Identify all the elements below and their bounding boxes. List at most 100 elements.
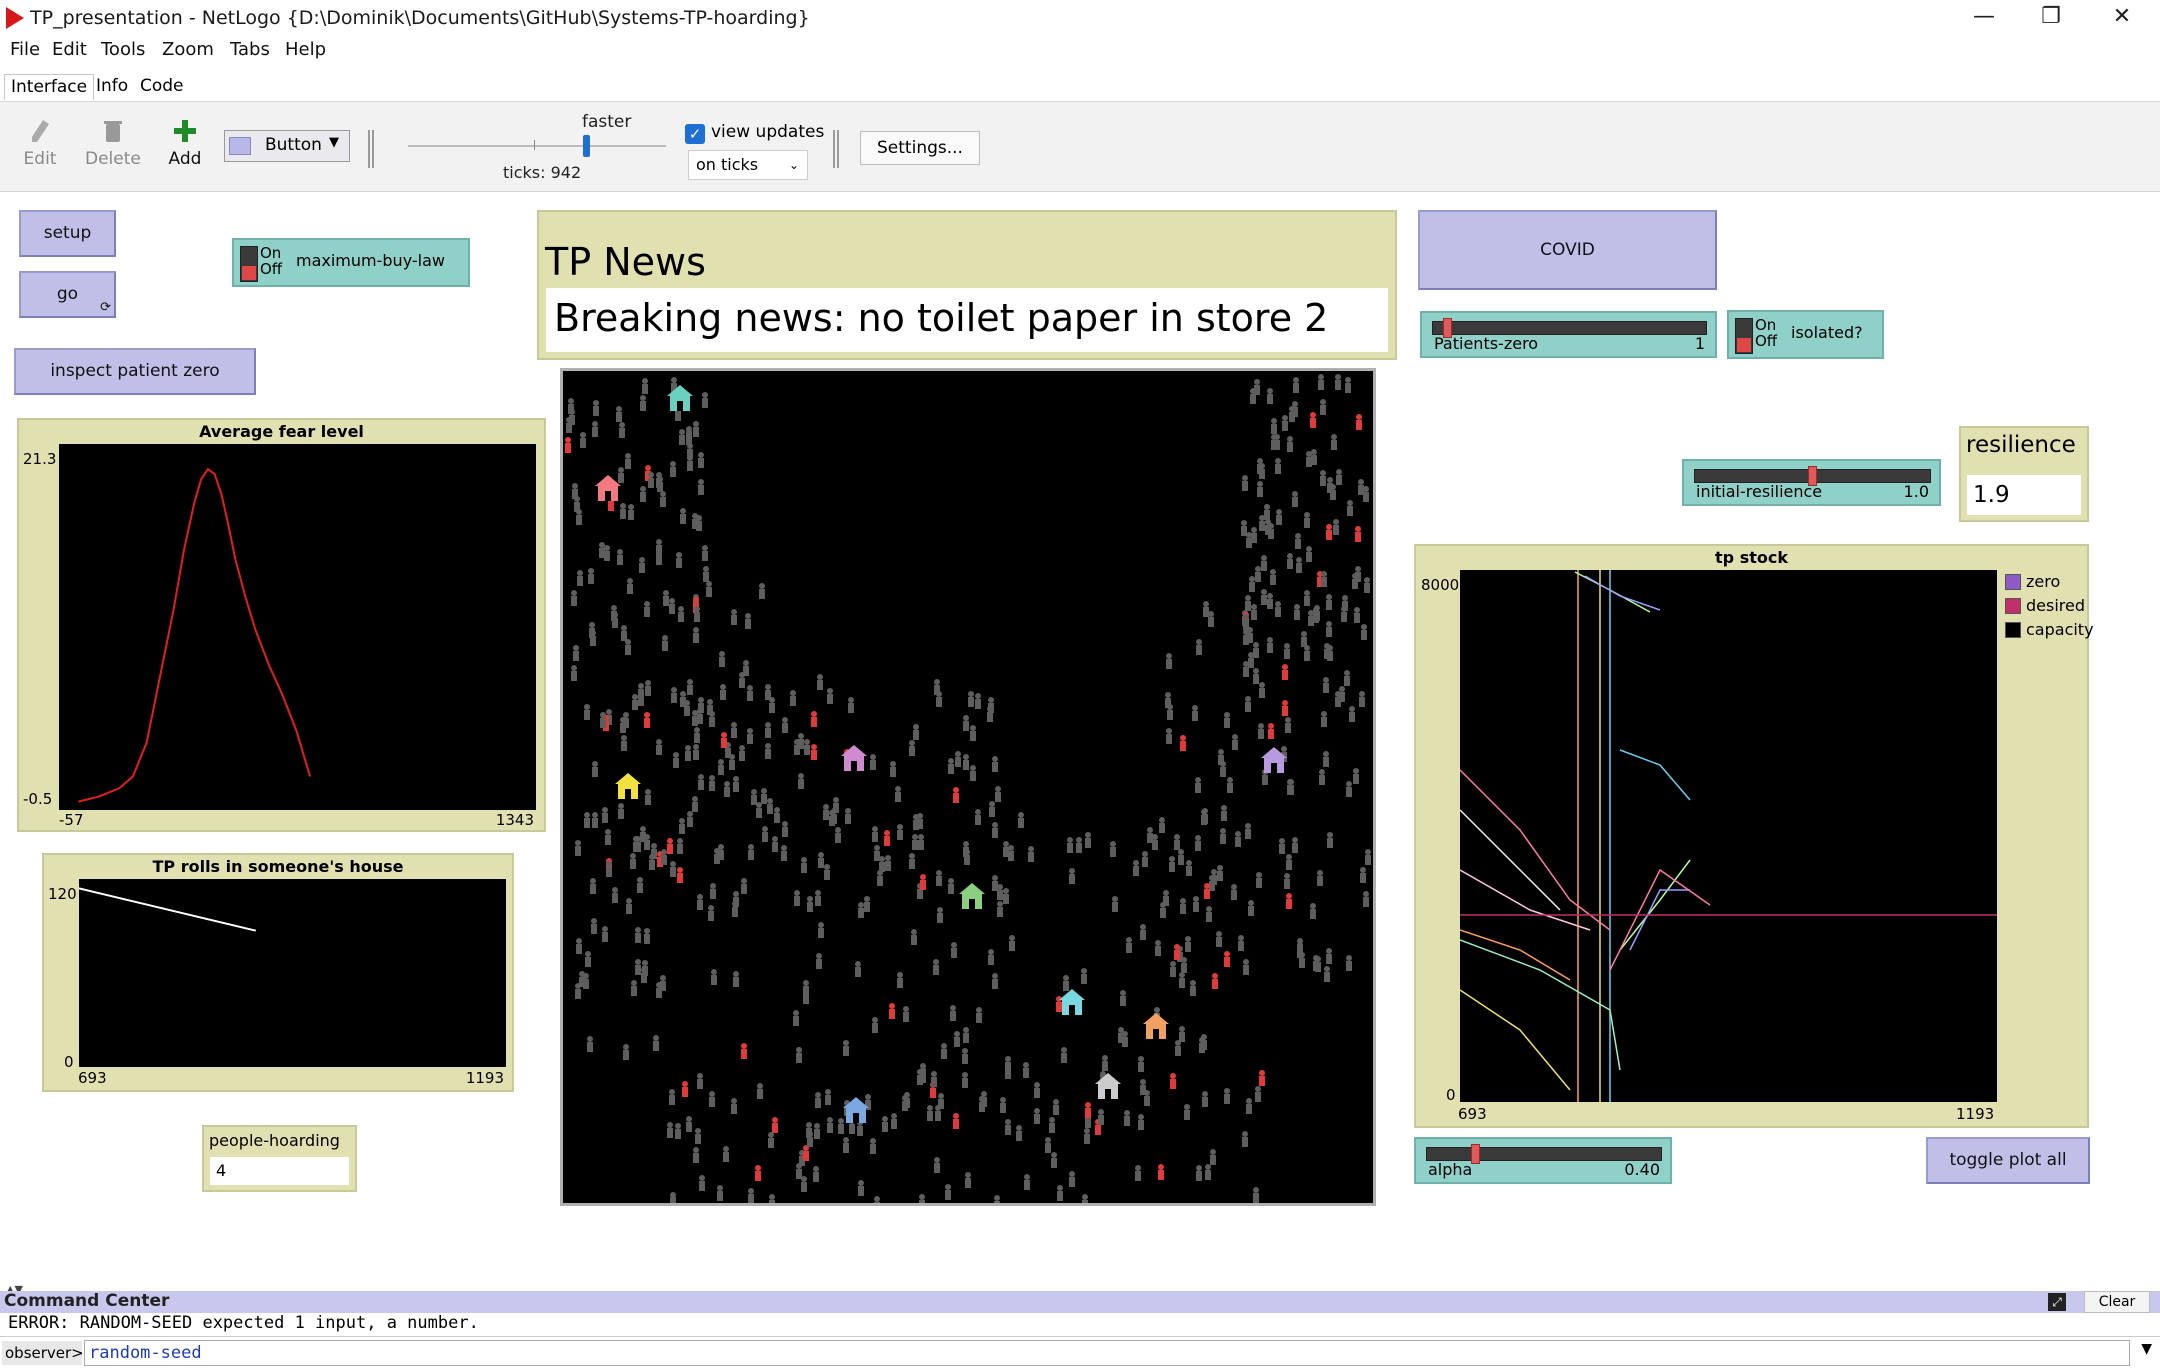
menu-tabs[interactable]: Tabs	[230, 39, 270, 60]
person	[934, 1157, 940, 1173]
person	[912, 834, 918, 850]
tp-rolls-plot: TP rolls in someone's house 120 0 693 11…	[42, 853, 514, 1092]
speed-slider-track[interactable]	[408, 145, 666, 147]
person	[903, 1006, 909, 1022]
person	[621, 625, 627, 641]
maximum-buy-law-switch[interactable]: On Off maximum-buy-law	[232, 238, 470, 287]
menu-bar: File Edit Tools Zoom Tabs Help	[0, 36, 2160, 66]
history-dropdown-icon[interactable]: ▼	[2141, 1341, 2152, 1357]
person	[1282, 664, 1288, 680]
person	[623, 712, 629, 728]
person	[968, 691, 974, 707]
tab-interface[interactable]: Interface	[4, 74, 95, 100]
person	[1028, 846, 1034, 862]
menu-edit[interactable]: Edit	[52, 39, 87, 60]
delete-button[interactable]: Delete	[85, 118, 141, 169]
store-trace	[1619, 749, 1691, 801]
person	[667, 838, 673, 854]
series-line	[78, 467, 312, 803]
person	[733, 776, 739, 792]
person	[965, 1172, 971, 1188]
person	[1324, 966, 1330, 982]
initial-resilience-slider[interactable]: initial-resilience 1.0	[1682, 459, 1941, 506]
person	[656, 739, 662, 755]
minimize-button[interactable]: —	[1951, 0, 2017, 36]
person	[1069, 1171, 1075, 1187]
edit-button[interactable]: Edit	[20, 118, 60, 169]
person	[618, 803, 624, 819]
menu-tools[interactable]: Tools	[101, 39, 145, 60]
tab-code[interactable]: Code	[134, 74, 190, 100]
menu-file[interactable]: File	[10, 39, 40, 60]
person	[592, 761, 598, 777]
person	[768, 1132, 774, 1148]
speed-slider-thumb[interactable]	[583, 135, 590, 157]
covid-button[interactable]: COVID	[1418, 210, 1717, 290]
person	[1112, 896, 1118, 912]
close-button[interactable]: ✕	[2089, 0, 2155, 36]
person	[1224, 951, 1230, 967]
person	[703, 566, 709, 582]
tab-info[interactable]: Info	[90, 74, 134, 100]
setup-button[interactable]: setup	[19, 210, 116, 257]
update-mode-select[interactable]: on ticks ⌄	[688, 150, 808, 180]
go-button[interactable]: go ⟳	[19, 271, 116, 318]
person	[963, 1027, 969, 1043]
person	[970, 765, 976, 781]
person	[798, 773, 804, 789]
ticks-counter: ticks: 942	[503, 163, 582, 182]
person	[1320, 399, 1326, 415]
clear-button[interactable]: Clear	[2084, 1291, 2150, 1313]
restore-button[interactable]: ❐	[2018, 0, 2084, 36]
switch-knob	[1735, 318, 1753, 354]
settings-button[interactable]: Settings...	[860, 131, 980, 165]
person	[1304, 645, 1310, 661]
person	[1261, 555, 1267, 571]
person	[1345, 377, 1351, 393]
person	[962, 1072, 968, 1088]
menu-zoom[interactable]: Zoom	[162, 39, 214, 60]
inspect-patient-zero-button[interactable]: inspect patient zero	[14, 348, 256, 395]
slider-thumb[interactable]	[1471, 1144, 1481, 1164]
person	[602, 807, 608, 823]
world-view[interactable]	[560, 368, 1376, 1206]
person	[1245, 696, 1251, 712]
patients-zero-slider[interactable]: Patients-zero 1	[1420, 311, 1717, 358]
person	[933, 959, 939, 975]
person	[1282, 700, 1288, 716]
person	[637, 877, 643, 893]
observer-context-selector[interactable]: observer>	[2, 1341, 84, 1365]
person	[718, 759, 724, 775]
plot-title: Average fear level	[199, 422, 364, 441]
tp-stock-chart	[1459, 570, 1997, 1102]
update-mode-value: on ticks	[696, 155, 759, 174]
view-updates-checkbox[interactable]: ✓	[685, 124, 705, 144]
person	[1245, 595, 1251, 611]
person	[694, 727, 700, 743]
isolated-switch[interactable]: On Off isolated?	[1727, 310, 1884, 359]
person	[1049, 1117, 1055, 1133]
person	[751, 789, 757, 805]
person	[1061, 1047, 1067, 1063]
store-house-icon	[841, 745, 867, 771]
store-trace	[1459, 939, 1621, 1071]
person	[1346, 781, 1352, 797]
go-label: go	[56, 284, 79, 304]
command-input[interactable]: random-seed	[84, 1340, 2130, 1366]
add-button[interactable]: Add	[165, 118, 205, 169]
person	[1180, 735, 1186, 751]
person	[1232, 734, 1238, 750]
alpha-slider[interactable]: alpha 0.40	[1414, 1137, 1672, 1184]
plus-icon	[174, 120, 196, 142]
person	[1248, 652, 1254, 668]
person	[936, 870, 942, 886]
person	[649, 854, 655, 870]
menu-help[interactable]: Help	[285, 39, 326, 60]
person	[1310, 903, 1316, 919]
person	[585, 951, 591, 967]
toggle-plot-all-button[interactable]: toggle plot all	[1926, 1137, 2090, 1184]
widget-type-dropdown[interactable]: Button ▼	[224, 130, 350, 162]
slider-label: initial-resilience	[1696, 482, 1823, 501]
expand-icon[interactable]: ⤢	[2048, 1293, 2066, 1311]
slider-label: Patients-zero	[1434, 334, 1539, 353]
